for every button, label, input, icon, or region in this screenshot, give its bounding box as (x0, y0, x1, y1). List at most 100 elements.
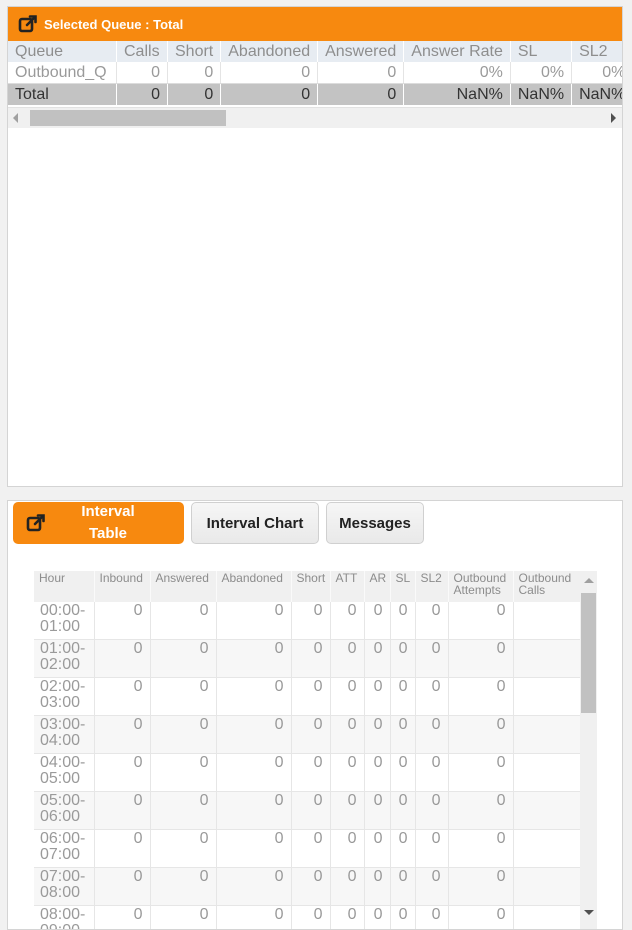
cell-outbound-attempts: 0 (448, 678, 513, 716)
total-row[interactable]: Total 0 0 0 0 NaN% NaN% NaN% (8, 84, 623, 106)
tab-label: Messages (339, 515, 411, 532)
col-header-sl2[interactable]: SL2 (415, 571, 448, 602)
cell-hour: 02:00-03:00 (34, 678, 94, 716)
cell-answered: 0 (150, 716, 216, 754)
cell-sl: 0 (390, 716, 415, 754)
cell-short: 0 (168, 84, 221, 106)
col-header-abandoned[interactable]: Abandoned (216, 571, 291, 602)
cell-att: 0 (330, 640, 364, 678)
scroll-up-arrow-icon[interactable] (584, 578, 594, 583)
cell-answer-rate: 0% (404, 62, 511, 84)
cell-answer-rate: NaN% (404, 84, 511, 106)
cell-ar: 0 (364, 792, 390, 830)
cell-abandoned: 0 (216, 754, 291, 792)
cell-abandoned: 0 (216, 640, 291, 678)
cell-outbound-attempts: 0 (448, 792, 513, 830)
cell-outbound-attempts: 0 (448, 868, 513, 906)
col-header-short[interactable]: Short (291, 571, 330, 602)
table-row[interactable]: 00:00-01:000000000000 (34, 602, 597, 640)
cell-hour: 01:00-02:00 (34, 640, 94, 678)
table-row[interactable]: 01:00-02:000000000000 (34, 640, 597, 678)
cell-short: 0 (168, 62, 221, 84)
cell-abandoned: 0 (216, 716, 291, 754)
cell-ar: 0 (364, 830, 390, 868)
cell-queue: Total (8, 84, 117, 106)
table-row[interactable]: 06:00-07:000000000000 (34, 830, 597, 868)
scroll-down-arrow-icon[interactable] (584, 910, 594, 915)
cell-sl2: 0 (415, 830, 448, 868)
cell-att: 0 (330, 716, 364, 754)
cell-sl2: 0 (415, 716, 448, 754)
table-row[interactable]: 04:00-05:000000000000 (34, 754, 597, 792)
col-header-att[interactable]: ATT (330, 571, 364, 602)
col-header-inbound[interactable]: Inbound (94, 571, 150, 602)
cell-short: 0 (291, 754, 330, 792)
table-row[interactable]: 05:00-06:000000000000 (34, 792, 597, 830)
cell-answered: 0 (150, 868, 216, 906)
cell-short: 0 (291, 602, 330, 640)
cell-hour: 05:00-06:00 (34, 792, 94, 830)
col-header-sl2[interactable]: SL2 (572, 41, 623, 62)
tab-messages[interactable]: Messages (326, 502, 424, 544)
tab-interval-table[interactable]: Interval Table (13, 502, 184, 544)
cell-queue: Outbound_Q (8, 62, 117, 84)
cell-inbound: 0 (94, 754, 150, 792)
col-header-sl[interactable]: SL (510, 41, 571, 62)
cell-hour: 06:00-07:00 (34, 830, 94, 868)
col-header-answered[interactable]: Answered (318, 41, 404, 62)
col-header-short[interactable]: Short (168, 41, 221, 62)
cell-hour: 03:00-04:00 (34, 716, 94, 754)
cell-calls: 0 (117, 62, 168, 84)
col-header-queue[interactable]: Queue (8, 41, 117, 62)
cell-sl: 0 (390, 678, 415, 716)
cell-inbound: 0 (94, 830, 150, 868)
cell-inbound: 0 (94, 716, 150, 754)
cell-abandoned: 0 (216, 830, 291, 868)
col-header-answered[interactable]: Answered (150, 571, 216, 602)
cell-short: 0 (291, 792, 330, 830)
horizontal-scrollbar[interactable] (8, 107, 623, 128)
table-row[interactable]: 03:00-04:000000000000 (34, 716, 597, 754)
cell-sl2: 0 (415, 754, 448, 792)
table-row[interactable]: Outbound_Q 0 0 0 0 0% 0% 0% (8, 62, 623, 84)
cell-short: 0 (291, 678, 330, 716)
cell-ar: 0 (364, 754, 390, 792)
vertical-scrollbar[interactable] (580, 572, 597, 930)
col-header-calls[interactable]: Calls (117, 41, 168, 62)
table-row[interactable]: 07:00-08:000000000000 (34, 868, 597, 906)
tab-label: Interval Chart (207, 515, 304, 532)
col-header-sl[interactable]: SL (390, 571, 415, 602)
col-header-answer-rate[interactable]: Answer Rate (404, 41, 511, 62)
col-header-outbound-attempts[interactable]: Outbound Attempts (448, 571, 513, 602)
scrollbar-thumb[interactable] (30, 110, 226, 126)
scroll-left-arrow-icon[interactable] (13, 113, 18, 123)
cell-outbound-attempts: 0 (448, 754, 513, 792)
cell-answered: 0 (318, 84, 404, 106)
cell-sl2: NaN% (572, 84, 623, 106)
tab-interval-chart[interactable]: Interval Chart (191, 502, 319, 544)
cell-calls: 0 (117, 84, 168, 106)
cell-answered: 0 (150, 640, 216, 678)
cell-ar: 0 (364, 868, 390, 906)
cell-att: 0 (330, 602, 364, 640)
table-row[interactable]: 02:00-03:000000000000 (34, 678, 597, 716)
cell-inbound: 0 (94, 868, 150, 906)
external-link-icon[interactable] (26, 513, 46, 533)
cell-answered: 0 (318, 62, 404, 84)
cell-ar: 0 (364, 716, 390, 754)
cell-abandoned: 0 (221, 62, 318, 84)
scrollbar-thumb[interactable] (581, 593, 596, 713)
cell-sl2: 0 (415, 678, 448, 716)
col-header-abandoned[interactable]: Abandoned (221, 41, 318, 62)
cell-short: 0 (291, 868, 330, 906)
cell-abandoned: 0 (216, 868, 291, 906)
cell-sl: 0 (390, 602, 415, 640)
col-header-hour[interactable]: Hour (34, 571, 94, 602)
queue-grid-header: Queue Calls Short Abandoned Answered Ans… (8, 41, 623, 62)
cell-inbound: 0 (94, 792, 150, 830)
tab-bar: Interval Table Interval Chart Messages (13, 502, 424, 546)
cell-ar: 0 (364, 602, 390, 640)
col-header-ar[interactable]: AR (364, 571, 390, 602)
scroll-right-arrow-icon[interactable] (611, 113, 616, 123)
external-link-icon[interactable] (18, 14, 38, 34)
